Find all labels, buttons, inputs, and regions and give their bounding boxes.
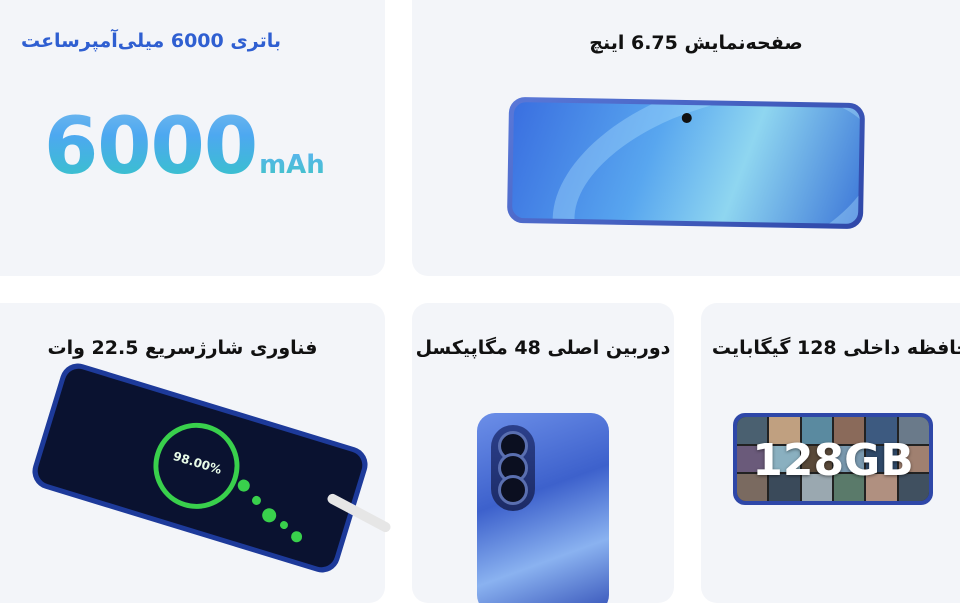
phone-screen — [512, 101, 860, 225]
charging-ring-icon: 98.00% — [142, 412, 251, 520]
camera-notch-icon — [681, 112, 692, 124]
camera-phone-back-image — [477, 413, 609, 603]
charge-bubble-icon — [278, 520, 289, 531]
display-feature-card: صفحه‌نمایش 6.75 اینچ — [412, 0, 960, 276]
charging-screen: 98.00% — [34, 365, 366, 571]
camera-feature-card: دوربین اصلی 48 مگاپیکسل — [412, 303, 674, 603]
charging-title: فناوری شارژسریع 22.5 وات — [47, 337, 318, 359]
charging-phone-image: 98.00% — [27, 359, 373, 577]
display-title: صفحه‌نمایش 6.75 اینچ — [589, 32, 803, 54]
charge-bubble-icon — [289, 529, 304, 544]
battery-feature-card: باتری 6000 میلی‌آمپرساعت 6000mAh — [0, 0, 385, 276]
battery-capacity-unit: mAh — [259, 150, 325, 180]
storage-title: حافظه داخلی 128 گیگابایت — [711, 337, 960, 359]
camera-lens-icon — [498, 475, 528, 505]
display-phone-image — [506, 96, 866, 230]
camera-title: دوربین اصلی 48 مگاپیکسل — [415, 337, 671, 359]
charge-bubble-icon — [260, 506, 278, 525]
charge-bubble-icon — [250, 494, 263, 507]
charging-percent: 98.00% — [171, 449, 224, 478]
battery-capacity-value: 6000 — [44, 102, 258, 192]
battery-title: باتری 6000 میلی‌آمپرساعت — [20, 30, 281, 52]
charge-bubble-icon — [236, 478, 252, 494]
battery-capacity-graphic: 6000mAh — [44, 108, 325, 186]
storage-phone-image: 128GB — [733, 413, 933, 505]
storage-feature-card: حافظه داخلی 128 گیگابایت 128GB — [701, 303, 960, 603]
photo-gallery-grid: 128GB — [737, 417, 929, 501]
camera-module — [491, 425, 535, 511]
storage-capacity-overlay: 128GB — [752, 435, 914, 486]
charging-feature-card: فناوری شارژسریع 22.5 وات 98.00% — [0, 303, 385, 603]
